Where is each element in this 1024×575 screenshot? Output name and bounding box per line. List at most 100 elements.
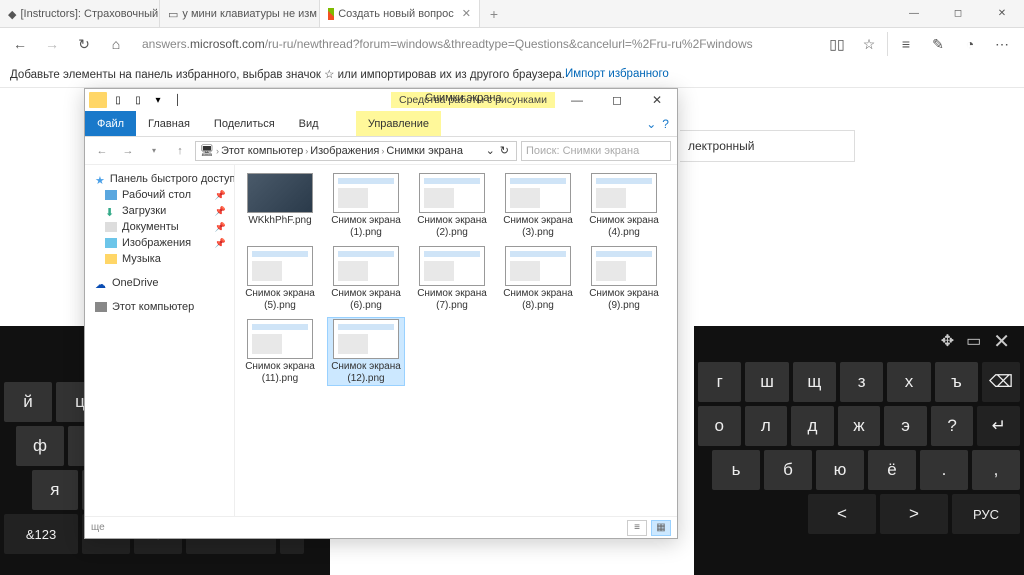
forward-button[interactable]: → xyxy=(40,32,64,56)
reading-icon[interactable]: ▯▯ xyxy=(823,32,851,56)
chevron-right-icon: › xyxy=(305,146,308,156)
share-tab[interactable]: Поделиться xyxy=(202,111,287,136)
chevron-down-icon[interactable]: ⌄ xyxy=(646,117,656,131)
key-о[interactable]: о xyxy=(698,406,741,446)
notes-icon[interactable]: ✎ xyxy=(924,32,952,56)
help-icon[interactable]: ? xyxy=(662,117,669,131)
file-item[interactable]: Снимок экрана (6).png xyxy=(327,244,405,313)
minimize-button[interactable]: — xyxy=(892,0,936,27)
key-х[interactable]: х xyxy=(887,362,930,402)
qat-dropdown-icon[interactable]: ▾ xyxy=(149,92,167,108)
refresh-button[interactable]: ↻ xyxy=(72,32,96,56)
file-item[interactable]: Снимок экрана (11).png xyxy=(241,317,319,386)
explorer-titlebar[interactable]: ▯ ▯ ▾ │ Средства работы с рисунками Сним… xyxy=(85,89,677,111)
hub-icon[interactable]: ≡ xyxy=(892,32,920,56)
key-щ[interactable]: щ xyxy=(793,362,836,402)
quick-access-header[interactable]: ★Панель быстрого доступа xyxy=(89,171,230,187)
icons-view-button[interactable]: ▦ xyxy=(651,520,671,536)
search-input[interactable]: Поиск: Снимки экрана xyxy=(521,141,671,161)
key-ъ[interactable]: ъ xyxy=(935,362,978,402)
nav-back-button[interactable]: ← xyxy=(91,145,113,157)
file-grid[interactable]: WKkhPhF.pngСнимок экрана (1).pngСнимок э… xyxy=(235,165,677,516)
onedrive-header[interactable]: ☁OneDrive xyxy=(89,275,230,291)
new-tab-button[interactable]: + xyxy=(480,0,508,27)
file-tab[interactable]: Файл xyxy=(85,111,136,136)
close-keyboard-button[interactable]: ✕ xyxy=(993,329,1010,354)
home-button[interactable]: ⌂ xyxy=(104,32,128,56)
nav-up-button[interactable]: ↑ xyxy=(169,145,191,157)
maximize-button[interactable]: ◻ xyxy=(597,93,637,107)
key->[interactable]: > xyxy=(880,494,948,534)
key-<[interactable]: < xyxy=(808,494,876,534)
newfolder-icon[interactable]: ▯ xyxy=(129,92,147,108)
refresh-icon[interactable]: ↻ xyxy=(500,144,509,157)
browser-tab[interactable]: ▭ у мини клавиатуры не изм xyxy=(160,0,320,27)
file-item[interactable]: Снимок экрана (3).png xyxy=(499,171,577,240)
nav-forward-button[interactable]: → xyxy=(117,145,139,157)
key-л[interactable]: л xyxy=(745,406,788,446)
home-tab[interactable]: Главная xyxy=(136,111,202,136)
back-button[interactable]: ← xyxy=(8,32,32,56)
crumb-item[interactable]: Снимки экрана xyxy=(386,145,463,157)
manage-tab[interactable]: Управление xyxy=(356,111,441,136)
more-icon[interactable]: ⋯ xyxy=(988,32,1016,56)
crumb-item[interactable]: Изображения xyxy=(310,145,379,157)
key-ф[interactable]: ф xyxy=(16,426,64,466)
key-я[interactable]: я xyxy=(32,470,78,510)
sidebar-pictures[interactable]: Изображения📌 xyxy=(89,235,230,251)
file-item[interactable]: Снимок экрана (2).png xyxy=(413,171,491,240)
key-ь[interactable]: ь xyxy=(712,450,760,490)
file-item[interactable]: WKkhPhF.png xyxy=(241,171,319,240)
file-item[interactable]: Снимок экрана (9).png xyxy=(585,244,663,313)
key-г[interactable]: г xyxy=(698,362,741,402)
file-item[interactable]: Снимок экрана (5).png xyxy=(241,244,319,313)
sidebar-desktop[interactable]: Рабочий стол📌 xyxy=(89,187,230,203)
address-bar: ← → ↻ ⌂ answers.microsoft.com/ru-ru/newt… xyxy=(0,28,1024,60)
browser-tab[interactable]: ◆ [Instructors]: Страховочный xyxy=(0,0,160,27)
key-ш[interactable]: ш xyxy=(745,362,788,402)
thispc-header[interactable]: Этот компьютер xyxy=(89,299,230,315)
crumb-item[interactable]: Этот компьютер xyxy=(221,145,303,157)
key-,[interactable]: , xyxy=(972,450,1020,490)
key-з[interactable]: з xyxy=(840,362,883,402)
minimize-button[interactable]: — xyxy=(557,93,597,107)
key-special[interactable]: &123 xyxy=(4,514,78,554)
maximize-button[interactable]: ◻ xyxy=(936,0,980,27)
close-button[interactable]: ✕ xyxy=(637,93,677,107)
key-ю[interactable]: ю xyxy=(816,450,864,490)
breadcrumb[interactable]: 🖥 › Этот компьютер › Изображения › Снимк… xyxy=(195,141,517,161)
file-item[interactable]: Снимок экрана (7).png xyxy=(413,244,491,313)
move-icon[interactable]: ✥ xyxy=(941,331,954,351)
browser-tab-active[interactable]: Создать новый вопрос ✕ xyxy=(320,0,480,27)
key-й[interactable]: й xyxy=(4,382,52,422)
details-view-button[interactable]: ≡ xyxy=(627,520,647,536)
key-.[interactable]: . xyxy=(920,450,968,490)
key-ё[interactable]: ё xyxy=(868,450,916,490)
key-э[interactable]: э xyxy=(884,406,927,446)
key-РУС[interactable]: РУС xyxy=(952,494,1020,534)
file-item[interactable]: Снимок экрана (1).png xyxy=(327,171,405,240)
sidebar-downloads[interactable]: ⬇Загрузки📌 xyxy=(89,203,230,219)
url-field[interactable]: answers.microsoft.com/ru-ru/newthread?fo… xyxy=(136,37,815,51)
favorite-icon[interactable]: ☆ xyxy=(855,32,883,56)
key-д[interactable]: д xyxy=(791,406,834,446)
close-icon[interactable]: ✕ xyxy=(462,7,471,20)
close-button[interactable]: ✕ xyxy=(980,0,1024,27)
import-favorites-link[interactable]: Импорт избранного xyxy=(565,68,669,80)
file-item[interactable]: Снимок экрана (4).png xyxy=(585,171,663,240)
sidebar-music[interactable]: Музыка xyxy=(89,251,230,267)
file-item[interactable]: Снимок экрана (8).png xyxy=(499,244,577,313)
key-б[interactable]: б xyxy=(764,450,812,490)
layout-icon[interactable]: ▭ xyxy=(966,331,981,351)
file-item[interactable]: Снимок экрана (12).png xyxy=(327,317,405,386)
view-tab[interactable]: Вид xyxy=(287,111,331,136)
share-icon[interactable]: ◔ xyxy=(956,32,984,56)
key-ж[interactable]: ж xyxy=(838,406,881,446)
key-↵[interactable]: ↵ xyxy=(977,406,1020,446)
key-?[interactable]: ? xyxy=(931,406,974,446)
sidebar-documents[interactable]: Документы📌 xyxy=(89,219,230,235)
crumb-dropdown-icon[interactable]: ⌄ xyxy=(486,144,495,157)
nav-recent-button[interactable]: ▾ xyxy=(143,146,165,155)
key-⌫[interactable]: ⌫ xyxy=(982,362,1020,402)
props-icon[interactable]: ▯ xyxy=(109,92,127,108)
